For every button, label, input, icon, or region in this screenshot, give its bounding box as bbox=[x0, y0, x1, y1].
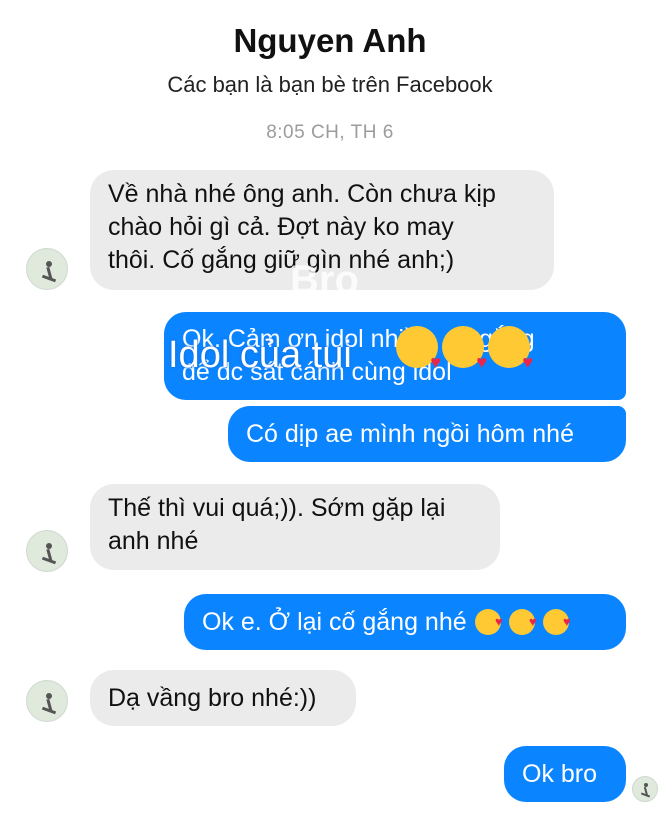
watermark-text: Bro bbox=[290, 258, 359, 302]
outgoing-message[interactable]: Ok e. Ở lại cố gắng nhé bbox=[184, 594, 626, 650]
kissing-heart-emoji-icon bbox=[442, 326, 487, 373]
message-timestamp: 8:05 CH, TH 6 bbox=[266, 122, 394, 143]
contact-avatar[interactable] bbox=[26, 530, 68, 572]
outgoing-message[interactable]: Ok bro bbox=[504, 746, 626, 802]
message-text: Ok e. Ở lại cố gắng nhé bbox=[202, 607, 467, 636]
kissing-heart-emoji-icon bbox=[474, 605, 503, 638]
sticker-caption-text: Idol của tui bbox=[168, 334, 352, 376]
overlay-emoji-row bbox=[392, 326, 533, 373]
outgoing-message[interactable]: Có dịp ae mình ngồi hôm nhé bbox=[228, 406, 626, 462]
kissing-heart-emoji-icon bbox=[508, 605, 537, 638]
incoming-message[interactable]: Dạ vầng bro nhé:)) bbox=[90, 670, 356, 726]
contact-avatar[interactable] bbox=[26, 680, 68, 722]
seen-indicator-avatar bbox=[632, 776, 658, 802]
contact-avatar[interactable] bbox=[26, 248, 68, 290]
kissing-heart-emoji-icon bbox=[488, 326, 533, 373]
kissing-heart-emoji-icon bbox=[542, 605, 571, 638]
contact-name[interactable]: Nguyen Anh bbox=[0, 22, 660, 60]
incoming-message[interactable]: Thế thì vui quá;)). Sớm gặp lại anh nhé bbox=[90, 484, 500, 570]
kissing-heart-emoji-icon bbox=[396, 326, 441, 373]
friends-status-subtitle: Các bạn là bạn bè trên Facebook bbox=[167, 72, 493, 97]
